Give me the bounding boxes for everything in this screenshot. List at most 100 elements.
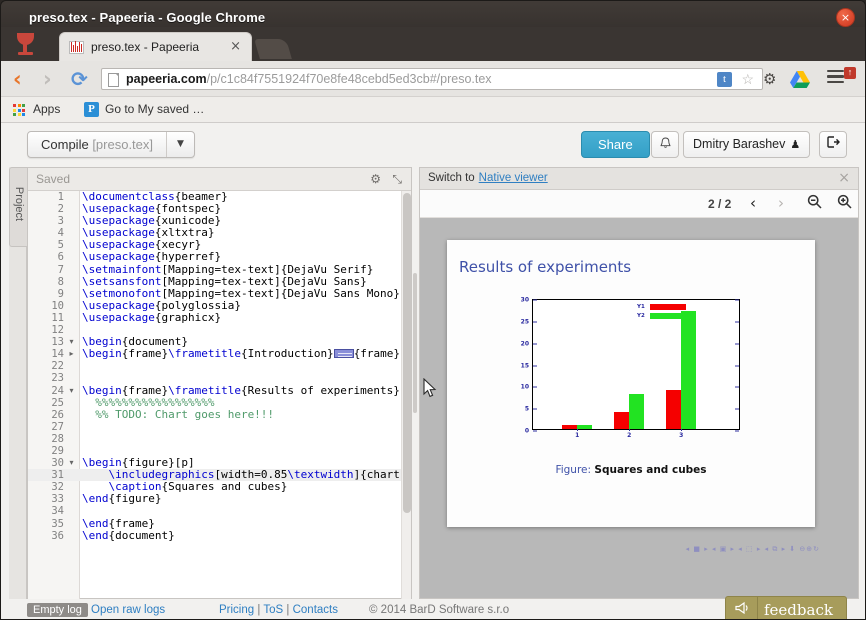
latex-command: \usepackage: [82, 226, 155, 240]
latex-command: \begin: [82, 383, 122, 397]
line-number: 6: [57, 251, 64, 264]
native-viewer-link[interactable]: Native viewer: [479, 172, 548, 184]
latex-command: \usepackage: [82, 214, 155, 228]
bookmark-apps-label[interactable]: Apps: [33, 102, 60, 116]
chart-plot-area: Y1 Y2 0 5 10 15 20 25 30 1 2 3: [521, 297, 740, 439]
chart-x-tick-label: 3: [679, 432, 684, 439]
preview-mini-controls[interactable]: ◂ ■ ▸ ◂ ▣ ▸ ◂ ⬚ ▸ ◂ ⧉ ▸ ⬇ ⊖⊕↻: [686, 545, 820, 554]
panel-splitter[interactable]: [413, 273, 417, 413]
code-line[interactable]: 27: [28, 421, 411, 433]
line-number: 23: [51, 372, 64, 385]
zoom-in-icon[interactable]: [837, 194, 852, 213]
contacts-link[interactable]: Contacts: [293, 604, 338, 616]
prev-page-icon[interactable]: ‹: [750, 194, 756, 212]
code-span: {Introduction}: [240, 347, 334, 361]
chrome-menu-icon[interactable]: [827, 70, 844, 86]
chart-y-tick-mark: [735, 386, 739, 388]
line-number: 26: [51, 408, 64, 421]
bookmark-star-icon[interactable]: ☆: [741, 71, 754, 88]
user-name: Dmitry Barashev: [693, 137, 786, 151]
chart-y-tick-mark: [533, 321, 537, 323]
code-span: {polyglossia}: [154, 298, 241, 312]
window-close-button[interactable]: ×: [836, 8, 855, 27]
code-span: {figure}[p]: [121, 456, 195, 470]
gear-icon[interactable]: ⚙: [370, 172, 381, 186]
chart-y-tick-label: 0: [524, 427, 529, 435]
switch-viewer: Switch to Native viewer: [428, 172, 548, 184]
preview-mini-toolbar[interactable]: ◂ ■ ▸ ◂ ▣ ▸ ◂ ⬚ ▸ ◂ ⧉ ▸ ⬇ ⊖⊕↻: [420, 541, 858, 563]
close-icon[interactable]: ×: [230, 39, 241, 54]
back-icon[interactable]: ‹: [13, 67, 22, 91]
browser-tab-preso[interactable]: preso.tex - Papeeria ×: [59, 32, 252, 62]
editor-scrollbar[interactable]: [401, 191, 411, 599]
line-number: 13: [51, 336, 64, 349]
pdf-preview-panel: Switch to Native viewer × 2 / 2 ‹ › Resu…: [419, 167, 859, 599]
code-line[interactable]: 28: [28, 433, 411, 445]
latex-command: \end: [82, 516, 109, 530]
latex-command: \caption: [108, 480, 162, 494]
fold-toggle-icon[interactable]: ▸: [67, 348, 76, 360]
bookmark-my-saved[interactable]: Go to My saved …: [105, 102, 204, 116]
tos-link[interactable]: ToS: [263, 604, 283, 616]
code-line[interactable]: 26 %% TODO: Chart goes here!!!: [28, 408, 411, 421]
compile-button-group[interactable]: Compile [preso.tex] ▼: [27, 131, 196, 158]
share-button[interactable]: Share: [581, 131, 650, 158]
chevron-down-icon[interactable]: ▼: [167, 132, 194, 157]
line-number: 8: [57, 275, 64, 288]
apps-grid-icon[interactable]: [13, 104, 26, 116]
google-drive-icon[interactable]: [790, 71, 810, 88]
switch-viewer-prefix: Switch to: [428, 172, 475, 184]
feedback-button[interactable]: feedback: [725, 596, 847, 619]
code-span: {frame}: [353, 347, 401, 361]
code-line[interactable]: 22: [28, 360, 411, 372]
editor-code-area[interactable]: 1 \documentclass{beamer} 2 \usepackage{font…: [28, 191, 411, 599]
fold-toggle-icon[interactable]: ▾: [67, 336, 76, 348]
code-span: {hyperref}: [154, 250, 222, 264]
open-raw-logs-link[interactable]: Open raw logs: [91, 604, 165, 616]
pricing-link[interactable]: Pricing: [219, 604, 254, 616]
zoom-out-icon[interactable]: [807, 194, 822, 213]
editor-scrollbar-thumb[interactable]: [403, 193, 411, 513]
chart-bar: [577, 424, 593, 429]
close-icon[interactable]: ×: [838, 170, 850, 186]
code-span: [82, 480, 109, 493]
code-line[interactable]: 33 \end{figure}: [28, 493, 411, 506]
new-tab-button[interactable]: [254, 39, 292, 59]
preview-viewport[interactable]: Results of experiments Y1 Y2 0 5 10 15 20 25 30…: [420, 218, 858, 598]
bell-icon[interactable]: [651, 131, 679, 158]
address-bar[interactable]: papeeria.com/p/c1c84f7551924f70e8fe48ceb…: [101, 68, 763, 90]
code-line[interactable]: 36 \end{document}: [28, 529, 411, 542]
line-number: 14: [51, 348, 64, 361]
tab-strip: preso.tex - Papeeria ×: [1, 27, 865, 62]
gear-icon[interactable]: ⚙: [763, 70, 776, 88]
folded-region-icon[interactable]: [333, 349, 354, 359]
user-menu-button[interactable]: Dmitry Barashev ♟: [683, 131, 811, 158]
barcode-icon: [69, 41, 84, 54]
compile-button[interactable]: Compile [preso.tex]: [28, 132, 168, 157]
code-line[interactable]: 14 ▸ \begin{frame}\frametitle{Introduction…: [28, 347, 411, 361]
line-number: 34: [51, 505, 64, 518]
papeeria-bookmark-icon: P: [84, 102, 99, 117]
line-number: 30: [51, 457, 64, 470]
logout-icon[interactable]: [819, 131, 847, 158]
latex-command: \usepackage: [82, 310, 155, 324]
extension-badge-icon[interactable]: t: [717, 72, 732, 87]
next-page-icon[interactable]: ›: [778, 194, 784, 212]
reload-icon[interactable]: ⟳: [71, 67, 88, 91]
url-host: papeeria.com: [126, 72, 207, 86]
fold-toggle-icon[interactable]: ▾: [67, 457, 76, 469]
code-span: {document}: [121, 335, 188, 349]
code-span: {xunicode}: [154, 214, 222, 228]
code-span: {frame}: [108, 516, 155, 530]
project-panel-tab[interactable]: Project: [9, 167, 27, 247]
forward-icon[interactable]: ›: [43, 67, 52, 91]
code-span: {Squares and cubes}: [161, 480, 288, 494]
code-text: \usepackage{graphicx}: [82, 310, 221, 324]
expand-icon[interactable]: ⤡: [392, 172, 402, 187]
latex-comment: %%%%%%%%%%%%%%%%%%: [82, 395, 215, 409]
line-number: 28: [51, 432, 64, 445]
code-line[interactable]: 11 \usepackage{graphicx}: [28, 310, 411, 324]
chart-y-tick-mark: [735, 365, 739, 366]
fold-toggle-icon[interactable]: ▾: [67, 385, 76, 397]
footer-links: Pricing | ToS | Contacts: [219, 604, 338, 616]
